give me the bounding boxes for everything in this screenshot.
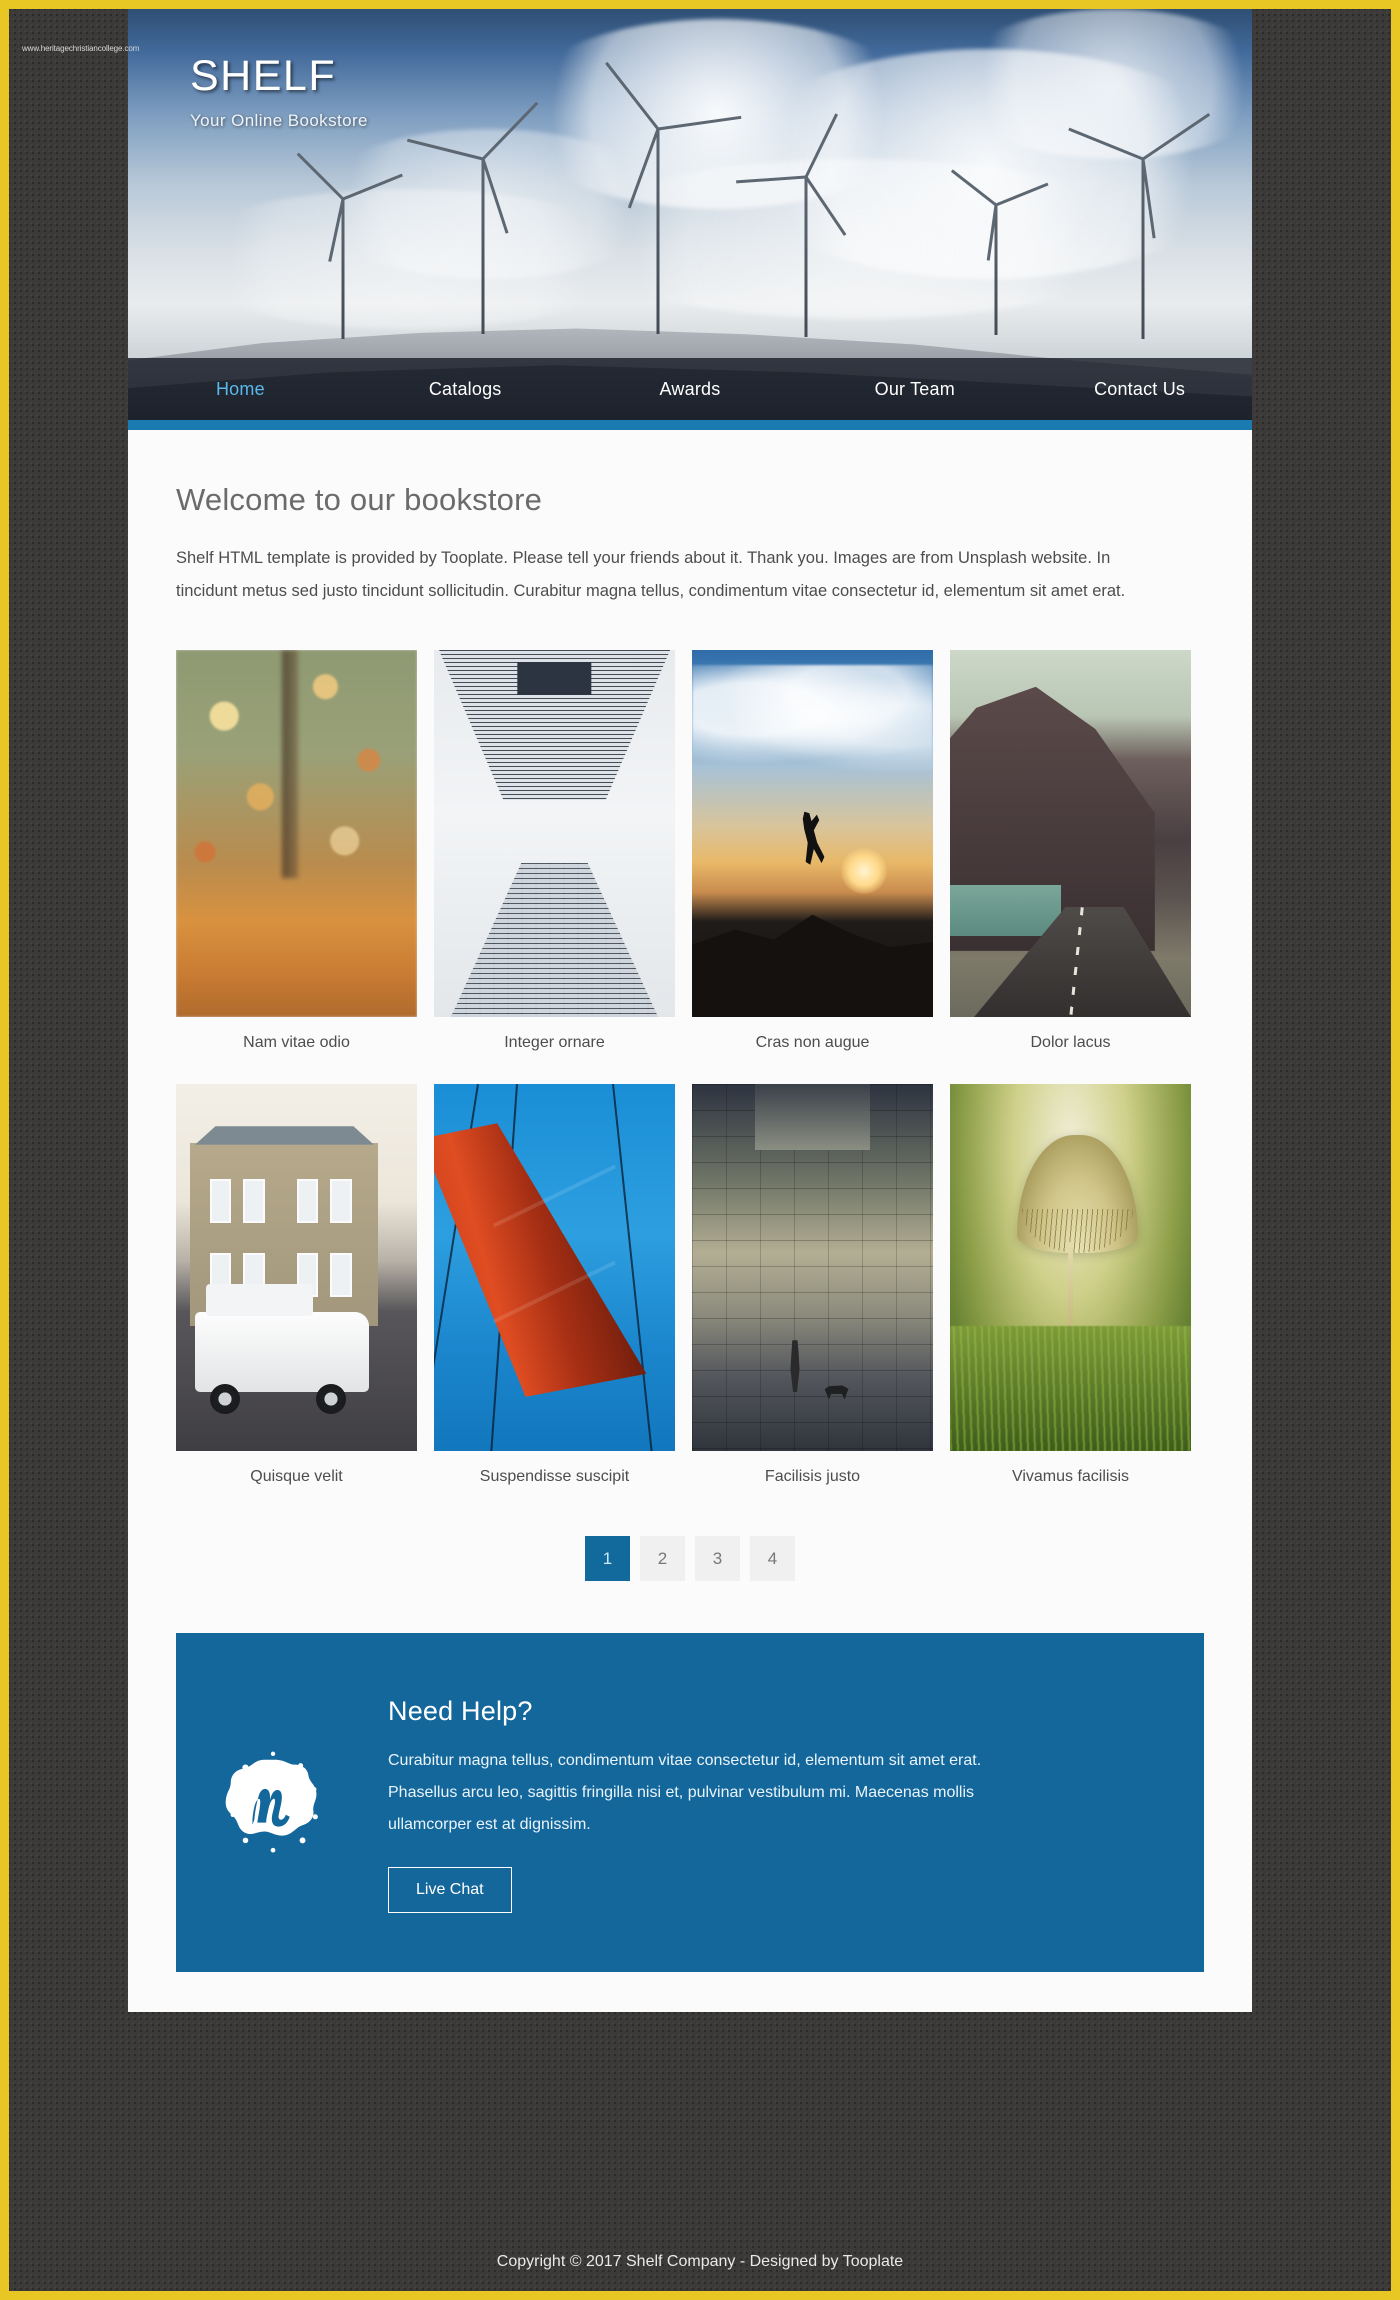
wind-turbine-icon	[736, 113, 856, 337]
nav-item-awards[interactable]: Awards	[578, 379, 803, 400]
jumping-person-sunset-photo[interactable]	[692, 650, 933, 1017]
autumn-forest-photo[interactable]	[176, 650, 417, 1017]
pagination-page-1[interactable]: 1	[585, 1536, 630, 1581]
site-branding: SHELF Your Online Bookstore	[190, 52, 368, 131]
main-navigation: Home Catalogs Awards Our Team Contact Us	[128, 358, 1252, 420]
gallery-row-1: Nam vitae odio Integer ornare Cras non a…	[176, 650, 1204, 1052]
gallery-item[interactable]: Integer ornare	[434, 650, 675, 1052]
wind-turbine-icon	[950, 169, 1049, 335]
gallery-item[interactable]: Quisque velit	[176, 1084, 417, 1486]
gallery-caption: Vivamus facilisis	[1011, 1468, 1130, 1485]
site-tagline: Your Online Bookstore	[190, 111, 368, 131]
skyscraper-photo[interactable]	[434, 650, 675, 1017]
gallery-item[interactable]: Nam vitae odio	[176, 650, 417, 1052]
mountain-road-photo[interactable]	[950, 650, 1191, 1017]
need-help-banner: Need Help? Curabitur magna tellus, condi…	[176, 1633, 1204, 1972]
page-title: Welcome to our bookstore	[176, 482, 543, 517]
nav-link-awards[interactable]: Awards	[660, 379, 721, 399]
gallery-row-2: Quisque velit Suspendisse suscipit Facil…	[176, 1084, 1204, 1486]
gallery-item[interactable]: Cras non augue	[692, 650, 933, 1052]
frame-border-top	[0, 0, 1400, 9]
frame-border-left	[0, 0, 9, 2300]
main-content: Welcome to our bookstore Shelf HTML temp…	[128, 430, 1252, 2012]
frame-border-right	[1391, 0, 1400, 2300]
nav-item-our-team[interactable]: Our Team	[802, 379, 1027, 400]
gallery-caption: Nam vitae odio	[243, 1034, 350, 1051]
content-inner: Welcome to our bookstore Shelf HTML temp…	[128, 430, 1252, 1581]
pagination-page-2[interactable]: 2	[640, 1536, 685, 1581]
gallery-caption: Facilisis justo	[764, 1468, 861, 1485]
pagination: 1 2 3 4	[176, 1536, 1204, 1581]
mushroom-macro-photo[interactable]	[950, 1084, 1191, 1451]
gallery-caption: Cras non augue	[755, 1034, 870, 1051]
nav-link-catalogs[interactable]: Catalogs	[429, 379, 502, 399]
need-help-body: Need Help? Curabitur magna tellus, condi…	[388, 1692, 1164, 1913]
gallery-caption: Suspendisse suscipit	[479, 1468, 630, 1485]
nav-accent-bar	[128, 420, 1252, 430]
site-container: SHELF Your Online Bookstore Home Catalog…	[128, 9, 1252, 2012]
watermark-text: www.heritagechristiancollege.com	[22, 44, 140, 53]
wind-turbine-icon	[296, 152, 403, 339]
red-bridge-photo[interactable]	[434, 1084, 675, 1451]
nav-item-catalogs[interactable]: Catalogs	[353, 379, 578, 400]
wind-turbine-icon	[1068, 113, 1211, 339]
pagination-page-3[interactable]: 3	[695, 1536, 740, 1581]
site-footer: Copyright © 2017 Shelf Company - Designe…	[9, 2233, 1391, 2291]
frame-border-bottom	[0, 2291, 1400, 2300]
nav-item-contact-us[interactable]: Contact Us	[1027, 379, 1252, 400]
gallery-item[interactable]: Vivamus facilisis	[950, 1084, 1191, 1486]
meetup-m-logo-icon	[216, 1744, 334, 1862]
gallery-caption: Integer ornare	[504, 1034, 605, 1051]
gallery-caption: Dolor lacus	[1030, 1034, 1111, 1051]
house-and-jeep-photo[interactable]	[176, 1084, 417, 1451]
pagination-page-4[interactable]: 4	[750, 1536, 795, 1581]
nav-link-our-team[interactable]: Our Team	[875, 379, 955, 399]
gallery-item[interactable]: Suspendisse suscipit	[434, 1084, 675, 1486]
nav-link-contact-us[interactable]: Contact Us	[1094, 379, 1185, 399]
nav-link-home[interactable]: Home	[216, 379, 265, 399]
gallery-item[interactable]: Dolor lacus	[950, 650, 1191, 1052]
girl-with-dog-wall-photo[interactable]	[692, 1084, 933, 1451]
gallery-caption: Quisque velit	[250, 1468, 343, 1485]
need-help-paragraph: Curabitur magna tellus, condimentum vita…	[388, 1752, 982, 1833]
wind-turbine-icon	[406, 101, 539, 334]
gallery-item[interactable]: Facilisis justo	[692, 1084, 933, 1486]
live-chat-button[interactable]: Live Chat	[388, 1867, 512, 1913]
welcome-paragraph: Shelf HTML template is provided by Toopl…	[176, 549, 1126, 600]
wind-turbine-icon	[598, 61, 742, 334]
need-help-title: Need Help?	[388, 1696, 533, 1726]
hero-banner: SHELF Your Online Bookstore Home Catalog…	[128, 9, 1252, 430]
footer-copyright: Copyright © 2017 Shelf Company - Designe…	[496, 2253, 904, 2270]
nav-item-home[interactable]: Home	[128, 379, 353, 400]
site-title: SHELF	[190, 52, 337, 100]
